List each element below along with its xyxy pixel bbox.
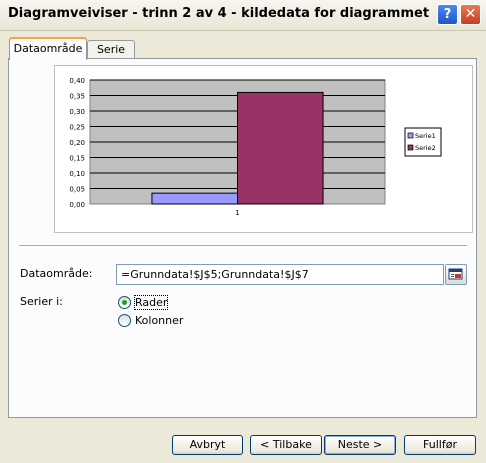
chart-preview: 0,00 0,05 0,10 0,15 0,20 0,25 0,30 0,35 0,40 1 Ser… <box>54 65 473 233</box>
radio-kolonner-label[interactable]: Kolonner <box>135 314 183 327</box>
radio-rader-label[interactable]: Rader <box>133 295 169 310</box>
y-tick-label: 0,10 <box>69 170 85 178</box>
series-in-label: Serier i: <box>20 295 63 308</box>
y-tick-label: 0,30 <box>69 108 85 116</box>
legend-swatch <box>407 132 414 139</box>
x-tick-label: 1 <box>235 209 239 217</box>
radio-selected-dot <box>122 300 127 305</box>
cancel-button[interactable]: Avbryt <box>172 435 243 455</box>
window-title: Diagramveiviser - trinn 2 av 4 - kildeda… <box>8 6 430 21</box>
radio-rader-circle[interactable] <box>118 296 131 309</box>
legend-label: Serie1 <box>415 132 436 140</box>
chart-svg: 0,00 0,05 0,10 0,15 0,20 0,25 0,30 0,35 0,40 1 Ser… <box>69 77 442 217</box>
y-tick-label: 0,40 <box>69 77 85 85</box>
next-button[interactable]: Neste > <box>324 435 396 455</box>
collapse-dialog-icon <box>448 268 463 280</box>
close-button[interactable]: ✕ <box>460 4 481 25</box>
tab-panel: 0,00 0,05 0,10 0,15 0,20 0,25 0,30 0,35 0,40 1 Ser… <box>8 58 477 418</box>
y-tick-label: 0,05 <box>69 186 85 194</box>
title-bar[interactable]: Diagramveiviser - trinn 2 av 4 - kildeda… <box>0 0 486 31</box>
tab-serie[interactable]: Serie <box>87 40 135 60</box>
y-tick-label: 0,15 <box>69 155 85 163</box>
y-tick-label: 0,35 <box>69 93 85 101</box>
y-tick-label: 0,00 <box>69 201 85 209</box>
range-input[interactable]: =Grunndata!$J$5;Grunndata!$J$7 <box>116 264 444 285</box>
bar-serie2 <box>237 91 324 205</box>
y-tick-label: 0,25 <box>69 124 85 132</box>
legend-swatch <box>407 144 414 151</box>
bar-serie1 <box>151 192 238 205</box>
tab-dataomrade[interactable]: Dataområde <box>9 37 87 60</box>
divider <box>19 245 467 247</box>
help-icon: ? <box>443 7 452 22</box>
y-tick-label: 0,20 <box>69 139 85 147</box>
back-button[interactable]: < Tilbake <box>250 435 322 455</box>
legend-label: Serie2 <box>415 144 436 152</box>
radio-kolonner-circle[interactable] <box>118 314 131 327</box>
close-icon: ✕ <box>464 6 477 22</box>
help-button[interactable]: ? <box>437 4 458 25</box>
range-label: Dataområde: <box>20 267 93 280</box>
collapse-dialog-button[interactable] <box>445 264 467 285</box>
finish-button[interactable]: Fullfør <box>404 435 476 455</box>
